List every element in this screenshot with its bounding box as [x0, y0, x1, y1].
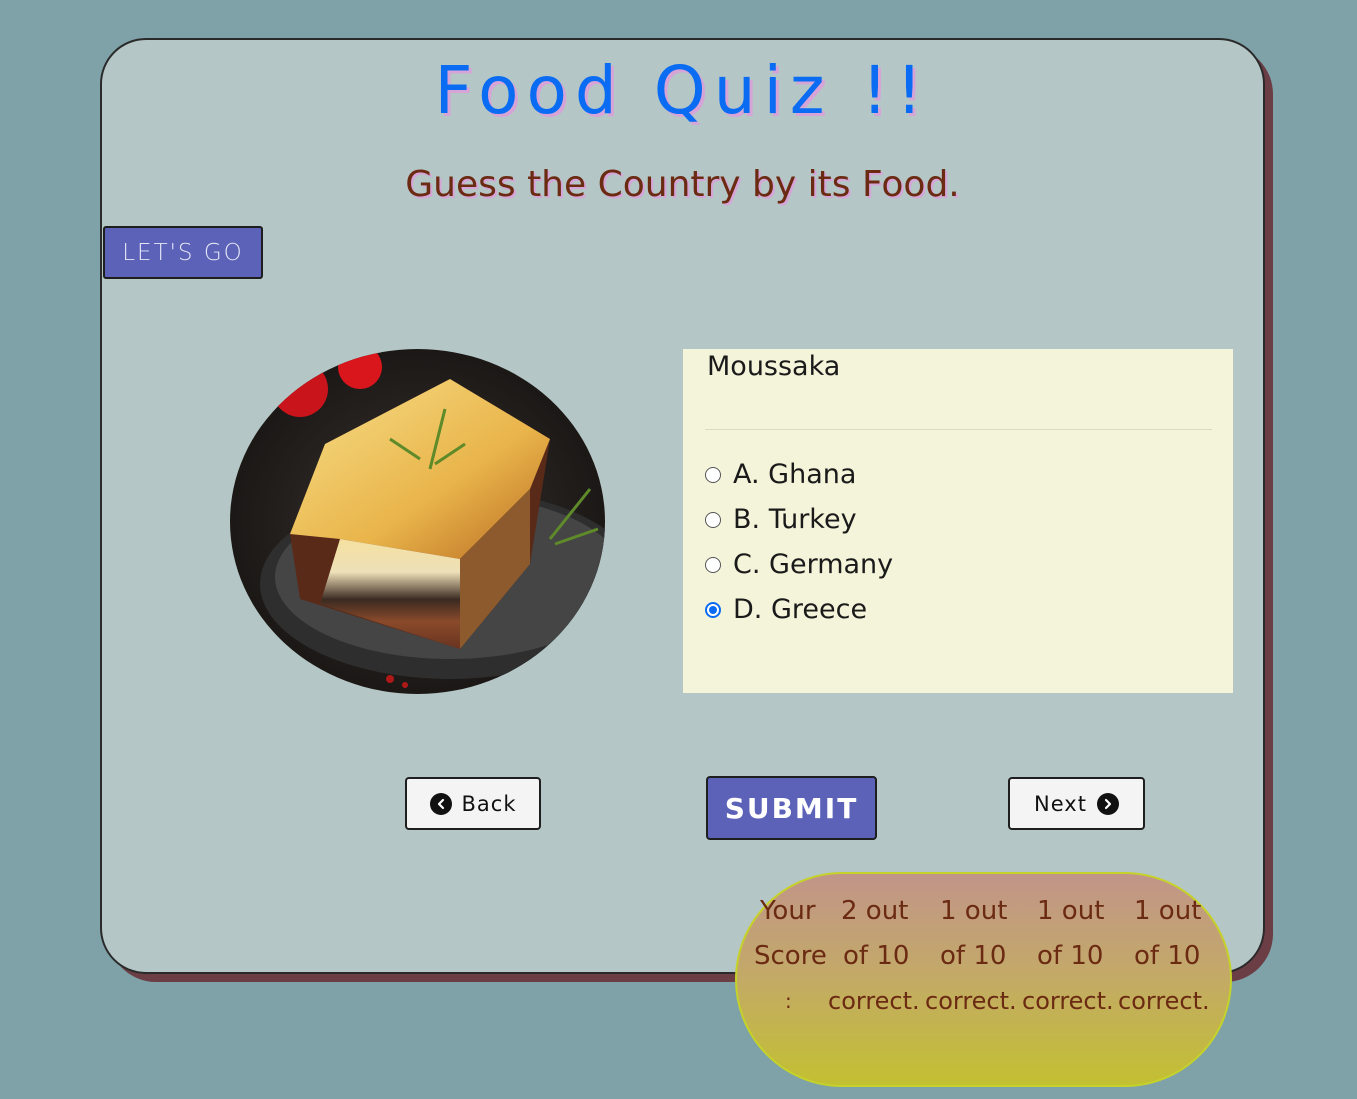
divider	[705, 429, 1212, 430]
score-label-line1: Your	[760, 896, 816, 926]
score-entry-3-line1: 1 out	[1037, 896, 1105, 926]
option-a-label: Ghana	[768, 459, 857, 490]
option-b-label: Turkey	[768, 504, 857, 535]
radio-d[interactable]	[705, 601, 721, 618]
option-c[interactable]: C. Germany	[705, 549, 893, 580]
radio-c[interactable]	[705, 556, 721, 573]
radio-a[interactable]	[705, 466, 721, 483]
score-entry-3-line3: correct.	[1022, 987, 1114, 1015]
radio-b[interactable]	[705, 511, 721, 528]
score-entry-1-line3: correct.	[828, 987, 920, 1015]
option-b-letter: B.	[733, 504, 761, 535]
option-c-letter: C.	[733, 549, 761, 580]
option-b[interactable]: B. Turkey	[705, 504, 857, 535]
option-d[interactable]: D. Greece	[705, 594, 867, 625]
next-button[interactable]: Next	[1008, 777, 1145, 830]
next-button-label: Next	[1034, 791, 1087, 816]
submit-button[interactable]: SUBMIT	[706, 776, 877, 840]
score-label-line2: Score	[754, 941, 827, 971]
back-button[interactable]: Back	[405, 777, 541, 830]
page-title: Food Quiz !!	[434, 52, 931, 129]
score-entry-1-line2: of 10	[843, 941, 910, 971]
score-entry-4-line3: correct.	[1118, 987, 1210, 1015]
chevron-left-circle-icon	[429, 792, 452, 815]
chevron-right-circle-icon	[1096, 792, 1119, 815]
score-entry-2-line1: 1 out	[940, 896, 1008, 926]
lets-go-button[interactable]: LET'S GO	[103, 226, 263, 279]
option-a-letter: A.	[733, 459, 760, 490]
question-text: Moussaka	[707, 351, 841, 382]
score-entry-3-line2: of 10	[1037, 941, 1104, 971]
score-entry-4-line1: 1 out	[1134, 896, 1202, 926]
back-button-label: Back	[461, 791, 517, 816]
score-label-colon: :	[785, 989, 792, 1013]
option-a[interactable]: A. Ghana	[705, 459, 856, 490]
option-c-label: Germany	[769, 549, 894, 580]
score-entry-1-line1: 2 out	[841, 896, 909, 926]
food-image	[230, 349, 605, 694]
score-entry-4-line2: of 10	[1134, 941, 1201, 971]
page-subtitle: Guess the Country by its Food.	[405, 164, 960, 205]
option-d-label: Greece	[770, 594, 868, 625]
question-panel: Moussaka A. Ghana B. Turkey C. Germany D…	[683, 349, 1233, 693]
score-entry-2-line2: of 10	[940, 941, 1007, 971]
score-entry-2-line3: correct.	[925, 987, 1017, 1015]
option-d-letter: D.	[733, 594, 763, 625]
